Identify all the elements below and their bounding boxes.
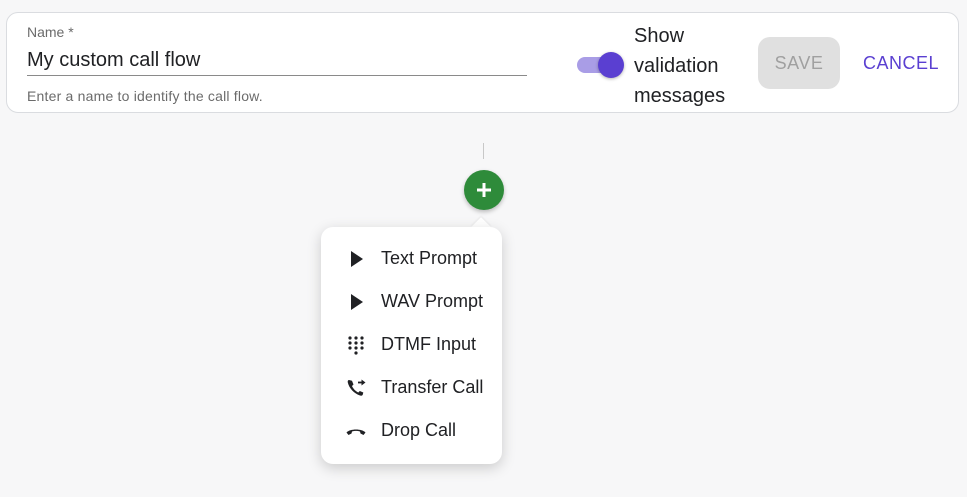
add-step-menu: Text Prompt WAV Prompt DTMF Input Transf…	[321, 227, 502, 464]
phone-forward-icon	[345, 377, 367, 399]
call-end-icon	[345, 420, 367, 442]
menu-item-dtmf-input[interactable]: DTMF Input	[321, 323, 502, 366]
name-label: Name *	[27, 24, 74, 40]
name-input[interactable]	[27, 45, 527, 76]
call-flow-header: Name * Enter a name to identify the call…	[6, 12, 959, 113]
show-validation-label: Show validation messages	[634, 25, 726, 107]
dialpad-icon	[345, 334, 367, 356]
save-button[interactable]: SAVE	[758, 37, 840, 89]
play-icon	[345, 291, 367, 313]
menu-item-label: DTMF Input	[381, 334, 477, 354]
flow-connector-line	[483, 143, 484, 159]
play-icon	[345, 248, 367, 270]
plus-icon	[477, 183, 491, 197]
menu-item-label: Transfer Call	[381, 377, 484, 397]
menu-item-label: Drop Call	[381, 420, 457, 440]
menu-item-text-prompt[interactable]: Text Prompt	[321, 237, 502, 280]
name-helper-text: Enter a name to identify the call flow.	[27, 88, 263, 104]
menu-item-label: Text Prompt	[381, 248, 478, 268]
show-validation-toggle[interactable]	[577, 51, 624, 79]
menu-item-wav-prompt[interactable]: WAV Prompt	[321, 280, 502, 323]
toggle-thumb	[598, 52, 624, 78]
cancel-button[interactable]: CANCEL	[857, 37, 943, 89]
menu-item-transfer-call[interactable]: Transfer Call	[321, 366, 502, 409]
add-step-button[interactable]	[464, 170, 504, 210]
menu-item-label: WAV Prompt	[381, 291, 484, 311]
menu-item-drop-call[interactable]: Drop Call	[321, 409, 502, 452]
